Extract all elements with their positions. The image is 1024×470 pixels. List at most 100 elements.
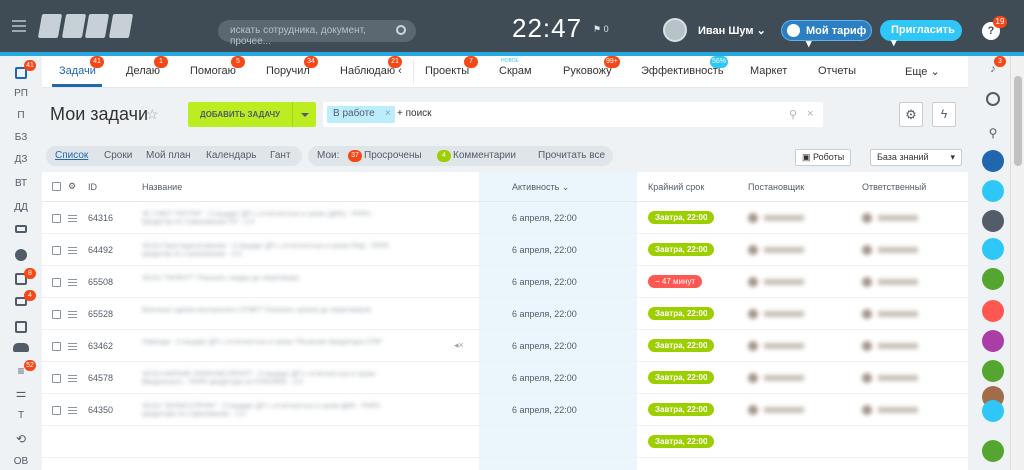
drag-handle-icon[interactable] (68, 375, 77, 382)
close-icon[interactable]: × (385, 108, 391, 119)
deadline-badge[interactable]: Завтра, 22:00 (648, 435, 715, 448)
drag-handle-icon[interactable] (68, 247, 77, 254)
view-calendar[interactable]: Календарь (206, 150, 256, 161)
task-title[interactable]: ЗСОЗ Престарегатовиние - Стандарт ДП с о… (142, 243, 402, 259)
deadline-badge[interactable]: Завтра, 22:00 (648, 339, 715, 352)
creator[interactable] (748, 245, 808, 255)
responsible[interactable] (862, 341, 922, 351)
task-title[interactable]: ЗСОЗ "ПИЛКУТ" Показать скидку до перегов… (142, 275, 402, 291)
column-creator[interactable]: Постановщик (748, 182, 804, 192)
knowledge-base-button[interactable]: База знаний ▾ (870, 149, 962, 166)
table-row[interactable]: Завтра, 22:00 (42, 427, 968, 458)
filter-chip[interactable]: В работе × (327, 106, 395, 123)
creator[interactable] (748, 277, 808, 287)
left-item-vt[interactable]: ВТ (6, 178, 36, 196)
creator[interactable] (748, 213, 808, 223)
read-all-link[interactable]: Прочитать все (538, 150, 605, 161)
task-title[interactable]: ЗС ГИБЛ "ПОТЛЯ" - Стандарт ДП с отчетнос… (142, 211, 402, 227)
scrollbar[interactable] (1010, 56, 1024, 470)
search-icon[interactable]: ⚲ (789, 108, 797, 121)
view-gantt[interactable]: Гант (270, 150, 291, 161)
tab-doing[interactable]: Делаю (126, 65, 160, 77)
chat-icon[interactable] (982, 330, 1004, 352)
user-avatar[interactable] (663, 18, 687, 42)
star-icon[interactable]: ☆ (146, 106, 159, 123)
responsible[interactable] (862, 405, 922, 415)
docs-icon[interactable] (982, 400, 1004, 422)
creator[interactable] (748, 309, 808, 319)
row-checkbox[interactable] (52, 246, 61, 255)
phone-icon[interactable] (982, 440, 1004, 462)
mute-icon[interactable]: ◂× (454, 340, 464, 351)
table-row[interactable]: 65508 ЗСОЗ "ПИЛКУТ" Показать скидку до пе… (42, 267, 968, 298)
left-item-sync[interactable]: ⟲ (6, 432, 36, 450)
tab-assigned[interactable]: Поручил (266, 65, 310, 77)
add-task-button[interactable]: ДОБАВИТЬ ЗАДАЧУ (188, 102, 316, 127)
comments-filter[interactable]: Комментарии (453, 150, 516, 161)
row-checkbox[interactable] (52, 374, 61, 383)
responsible[interactable] (862, 309, 922, 319)
logo[interactable] (37, 14, 133, 40)
row-checkbox[interactable] (52, 278, 61, 287)
task-title[interactable]: ЗСОЗ "ЗОЛИССПРИН" - Стандарт ДП с отчетн… (142, 403, 402, 419)
left-item-share[interactable] (6, 246, 36, 264)
scrollbar-thumb[interactable] (1014, 76, 1022, 166)
clock[interactable]: 22:47 (512, 13, 582, 44)
gear-icon[interactable]: ⚙ (68, 181, 76, 192)
table-row[interactable]: 64578 ЗСОЗ НАРКИЕ ИЛИКУМС/ПРИУТ - Стандар… (42, 363, 968, 394)
column-name[interactable]: Название (142, 182, 182, 192)
column-id[interactable]: ID (88, 182, 97, 192)
drag-handle-icon[interactable] (68, 407, 77, 414)
clock-icon[interactable] (986, 92, 1000, 106)
responsible[interactable] (862, 277, 922, 287)
tab-tasks[interactable]: Задачи (59, 65, 96, 77)
deadline-badge[interactable]: Завтра, 22:00 (648, 371, 715, 384)
tab-reports[interactable]: Отчеты (818, 65, 856, 77)
creator[interactable] (748, 341, 808, 351)
row-checkbox[interactable] (52, 214, 61, 223)
deadline-badge[interactable]: Завтра, 22:00 (648, 307, 715, 320)
table-row[interactable]: 64350 ЗСОЗ "ЗОЛИССПРИН" - Стандарт ДП с о… (42, 395, 968, 426)
calendar-icon[interactable] (982, 360, 1004, 382)
tab-helping[interactable]: Помогаю (190, 65, 236, 77)
select-all-checkbox[interactable] (52, 182, 61, 191)
table-row[interactable]: 65528 Военные сделки внутреннего ОТВЕТ По… (42, 299, 968, 330)
tab-more[interactable]: Еще ⌄ (905, 65, 940, 78)
clear-icon[interactable]: × (807, 108, 813, 120)
drag-handle-icon[interactable] (68, 215, 77, 222)
row-checkbox[interactable] (52, 310, 61, 319)
column-responsible[interactable]: Ответственный (862, 182, 926, 192)
view-list[interactable]: Список (55, 150, 88, 161)
responsible[interactable] (862, 245, 922, 255)
search-icon[interactable]: ⚲ (982, 122, 1004, 144)
add-task-dropdown[interactable] (292, 102, 316, 127)
lock-icon[interactable] (982, 268, 1004, 290)
automation-button[interactable]: ϟ (932, 102, 956, 127)
left-item-p[interactable]: П (6, 110, 36, 128)
settings-gear-button[interactable]: ⚙ (899, 102, 923, 127)
task-title[interactable]: Военные сделки внутреннего ОТВЕТ Показат… (142, 307, 402, 323)
deadline-badge[interactable]: − 47 минут (648, 275, 703, 288)
deadline-badge[interactable]: Завтра, 22:00 (648, 211, 715, 224)
filter-search-input[interactable]: В работе × + поиск ⚲ × (323, 102, 823, 127)
row-checkbox[interactable] (52, 342, 61, 351)
responsible[interactable] (862, 373, 922, 383)
task-title[interactable]: ЗСОЗ НАРКИЕ ИЛИКУМС/ПРИУТ - Стандарт ДП … (142, 371, 402, 387)
flag-counter[interactable]: ⚑ 0 (593, 24, 609, 35)
view-deadlines[interactable]: Сроки (104, 150, 132, 161)
left-item-t[interactable]: Т (6, 410, 36, 428)
tab-managing[interactable]: Руковожу (563, 65, 612, 77)
hamburger-menu-icon[interactable] (12, 20, 26, 32)
chat-users-icon[interactable] (982, 180, 1004, 202)
creator[interactable] (748, 373, 808, 383)
drag-handle-icon[interactable] (68, 311, 77, 318)
tab-efficiency[interactable]: Эффективность (641, 65, 724, 77)
global-search-input[interactable]: искать сотрудника, документ, прочее... (218, 20, 416, 47)
drag-handle-icon[interactable] (68, 343, 77, 350)
left-item-drive[interactable] (6, 222, 36, 240)
task-title[interactable]: Ливенда - Стандарт ДП с отчетностью в ср… (142, 339, 402, 355)
contact-avatar[interactable] (982, 210, 1004, 232)
left-item-rp[interactable]: РП (6, 88, 36, 106)
column-deadline[interactable]: Крайний срок (648, 182, 704, 192)
crm-icon[interactable] (982, 300, 1004, 322)
